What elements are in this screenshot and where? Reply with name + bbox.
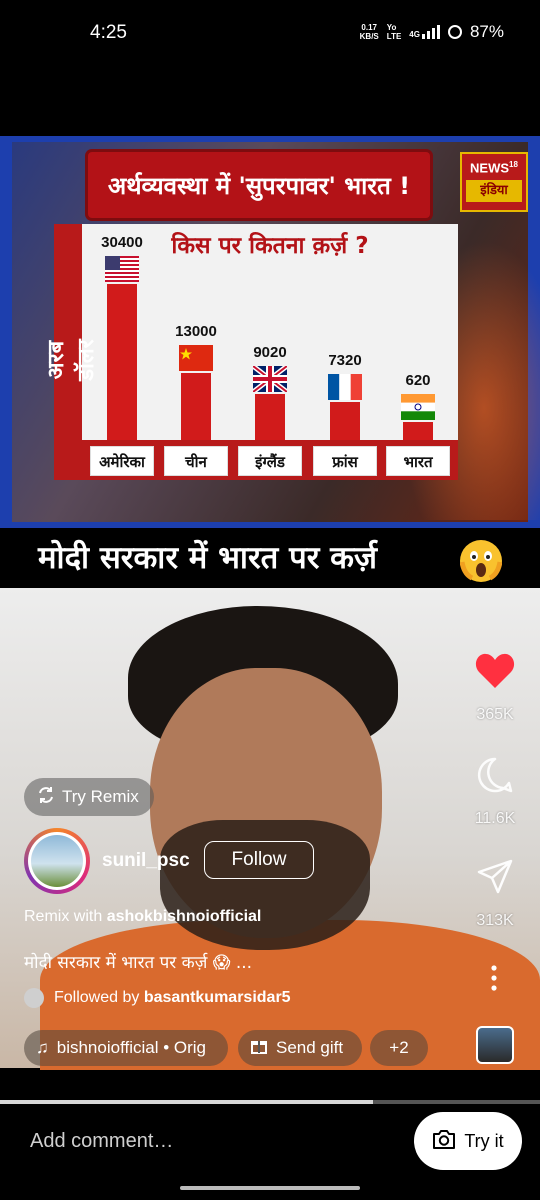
- share-send-icon[interactable]: [476, 858, 514, 896]
- share-count[interactable]: 313K: [455, 912, 535, 930]
- scream-emoji-icon: [459, 540, 503, 582]
- status-time: 4:25: [90, 22, 127, 43]
- video-caption: मोदी सरकार में भारत पर कर्ज़: [38, 540, 377, 576]
- chart-category-usa: अमेरिका: [90, 446, 154, 476]
- battery-percent: 87%: [469, 22, 504, 41]
- usa-flag-icon: [105, 256, 139, 286]
- chart-value-uk: 9020: [253, 343, 287, 361]
- profile-avatar[interactable]: [31, 835, 83, 887]
- india-flag-icon: [401, 394, 435, 424]
- post-caption[interactable]: मोदी सरकार में भारत पर कर्ज़ 😱 ...: [24, 950, 252, 973]
- followed-by[interactable]: Followed by basantkumarsidar5: [24, 988, 291, 1008]
- more-chips-button[interactable]: +2: [370, 1030, 428, 1066]
- like-heart-icon[interactable]: [474, 652, 516, 690]
- music-note-icon: ♫: [36, 1038, 49, 1057]
- chart-value-usa: 30400: [101, 234, 143, 251]
- person-beard: [160, 820, 370, 950]
- home-indicator[interactable]: [180, 1186, 360, 1190]
- chart-value-china: 13000: [175, 323, 217, 341]
- network-speed: 0.17 KB/S: [359, 23, 379, 41]
- chart-value-india: 620: [405, 372, 431, 389]
- france-flag-icon: [328, 374, 362, 404]
- try-remix-label: Try Remix: [62, 787, 139, 806]
- add-comment-input[interactable]: Add comment…: [30, 1130, 173, 1153]
- audio-chip[interactable]: ♫ bishnoiofficial • Orig: [24, 1030, 228, 1066]
- battery-icon: [447, 25, 462, 39]
- china-flag-icon: [179, 345, 213, 375]
- chart-category-uk: इंग्लैंड: [238, 446, 302, 476]
- send-gift-button[interactable]: Send gift: [238, 1030, 362, 1066]
- remix-user-link[interactable]: ashokbishnoiofficial: [107, 908, 262, 925]
- chart-title: किस पर कितना क़र्ज़ ?: [171, 233, 369, 259]
- chart-category-india: भारत: [386, 446, 450, 476]
- uk-flag-icon: [251, 363, 289, 396]
- remix-icon: [36, 785, 56, 810]
- audio-thumbnail[interactable]: [476, 1026, 514, 1064]
- signal-icon: 4G: [409, 25, 440, 39]
- chart-category-france: फ्रांस: [313, 446, 377, 476]
- remix-attribution: Remix with ashokbishnoiofficial: [24, 908, 262, 925]
- comment-icon[interactable]: [476, 756, 514, 794]
- comment-count[interactable]: 11.6K: [455, 810, 535, 828]
- username[interactable]: sunil_psc: [102, 850, 190, 872]
- chart-bar-usa: [107, 284, 137, 440]
- try-remix-button[interactable]: Try Remix: [24, 778, 154, 816]
- y-axis-label: अरब डॉलर: [44, 339, 99, 381]
- chart-value-france: 7320: [328, 352, 362, 370]
- follow-button[interactable]: Follow: [204, 841, 314, 879]
- chart-category-china: चीन: [164, 446, 228, 476]
- follower-avatar: [24, 988, 44, 1008]
- chart-bar-india: [403, 422, 433, 440]
- try-it-button[interactable]: Try it: [414, 1112, 522, 1170]
- volte-indicator: Yo LTE: [386, 23, 402, 41]
- news-headline: अर्थव्यवस्था में 'सुपरपावर' भारत !: [88, 152, 430, 218]
- camera-icon: [432, 1128, 456, 1155]
- status-indicators: 0.17 KB/S Yo LTE 4G 87%: [360, 22, 504, 42]
- like-count[interactable]: 365K: [455, 706, 535, 724]
- gift-icon: [250, 1037, 268, 1060]
- more-options-icon[interactable]: [486, 964, 502, 992]
- chart-bar-france: [330, 402, 360, 440]
- chart-bar-uk: [255, 393, 285, 440]
- chart-bar-china: [181, 373, 211, 440]
- news18-india-logo: NEWS18 इंडिया: [460, 152, 528, 212]
